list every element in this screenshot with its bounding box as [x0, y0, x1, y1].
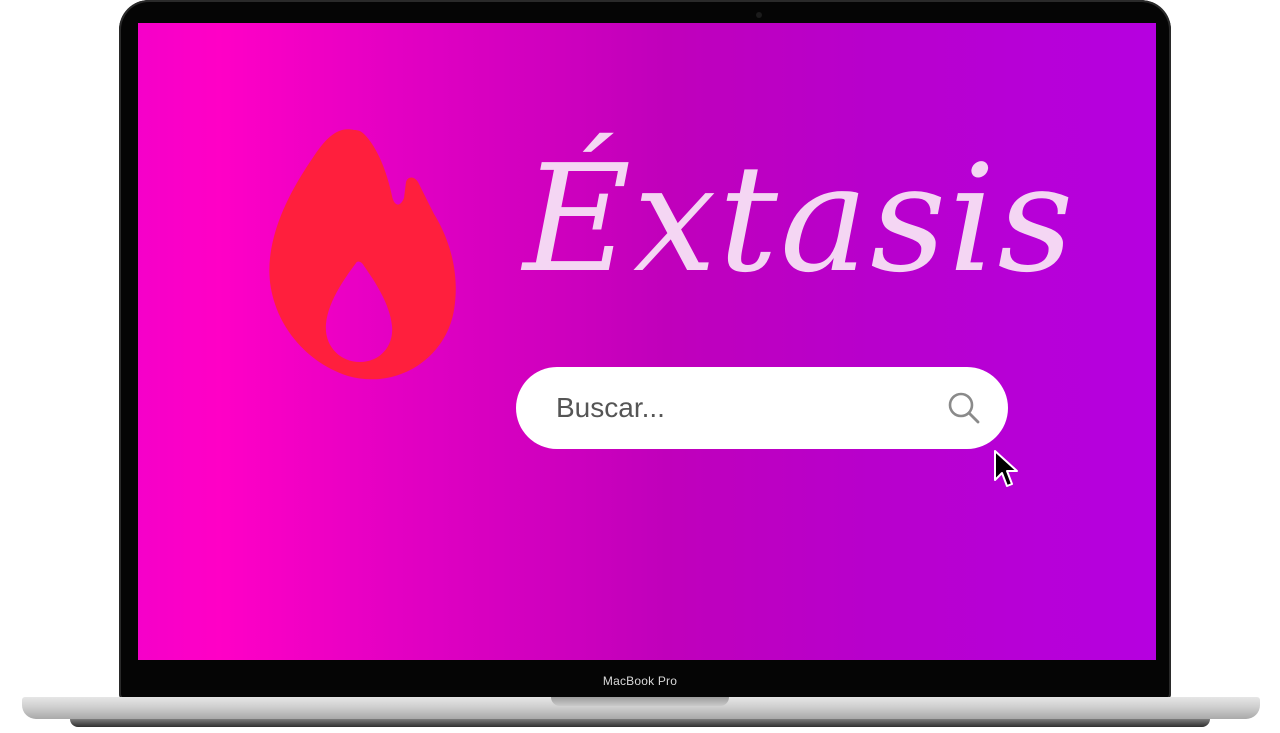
device-label: MacBook Pro	[602, 674, 678, 688]
camera-dot	[756, 12, 762, 18]
flame-icon	[269, 129, 456, 380]
search-button[interactable]	[944, 388, 984, 428]
mouse-cursor-icon	[994, 450, 1018, 487]
laptop-opening-notch	[551, 697, 729, 706]
laptop-base-shadow	[70, 719, 1210, 727]
search-icon	[948, 392, 980, 424]
laptop-mockup: Éxtasis MacBook Pro	[0, 0, 1280, 733]
brand-title: Éxtasis	[523, 133, 1076, 305]
search-input[interactable]	[556, 383, 936, 433]
screen: Éxtasis	[138, 23, 1156, 660]
search-bar	[516, 367, 1008, 449]
